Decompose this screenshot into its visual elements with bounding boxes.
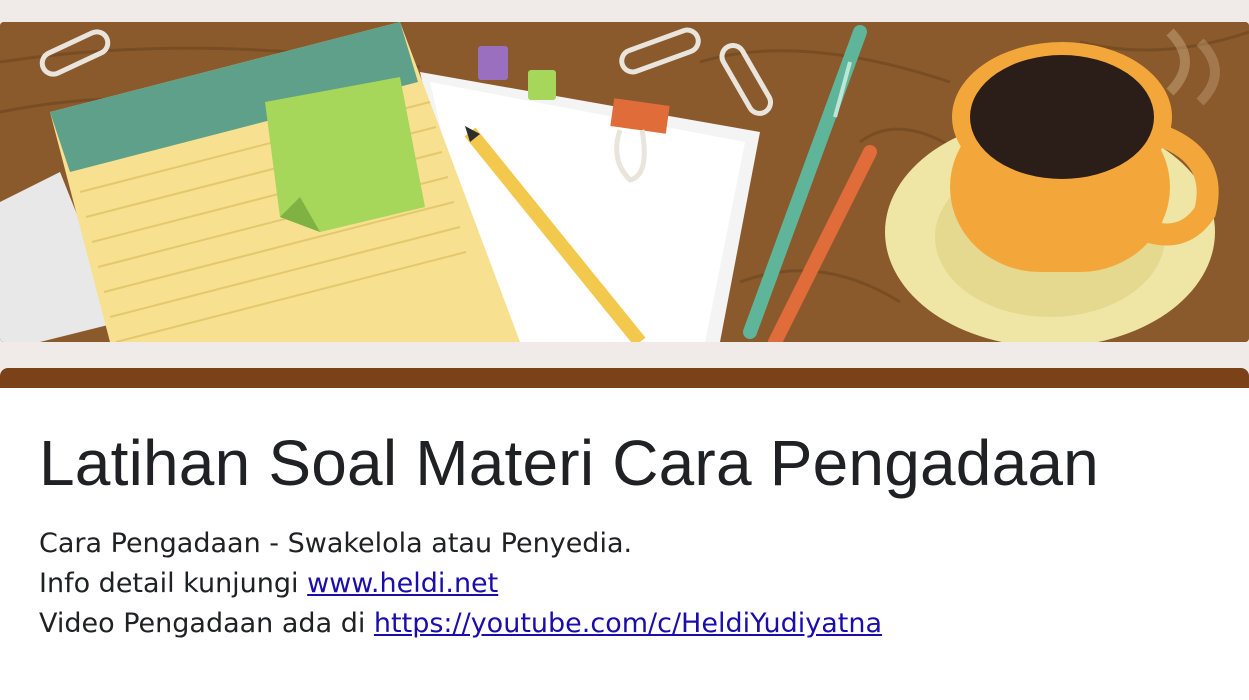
desk-illustration (0, 22, 1249, 342)
form-title: Latihan Soal Materi Cara Pengadaan (39, 427, 1099, 499)
description-line-2-prefix: Info detail kunjungi (39, 568, 308, 599)
theme-accent-bar (0, 368, 1249, 388)
youtube-link[interactable]: https://youtube.com/c/HeldiYudiyatna (374, 608, 882, 639)
description-line-3-prefix: Video Pengadaan ada di (39, 608, 374, 639)
form-header-card: Latihan Soal Materi Cara Pengadaan Cara … (0, 368, 1249, 700)
header-banner-image (0, 22, 1249, 342)
form-description: Cara Pengadaan - Swakelola atau Penyedia… (39, 524, 882, 644)
website-link[interactable]: www.heldi.net (307, 568, 498, 599)
description-line-2: Info detail kunjungi www.heldi.net (39, 564, 882, 604)
description-line-3: Video Pengadaan ada di https://youtube.c… (39, 604, 882, 644)
description-line-1: Cara Pengadaan - Swakelola atau Penyedia… (39, 528, 633, 559)
